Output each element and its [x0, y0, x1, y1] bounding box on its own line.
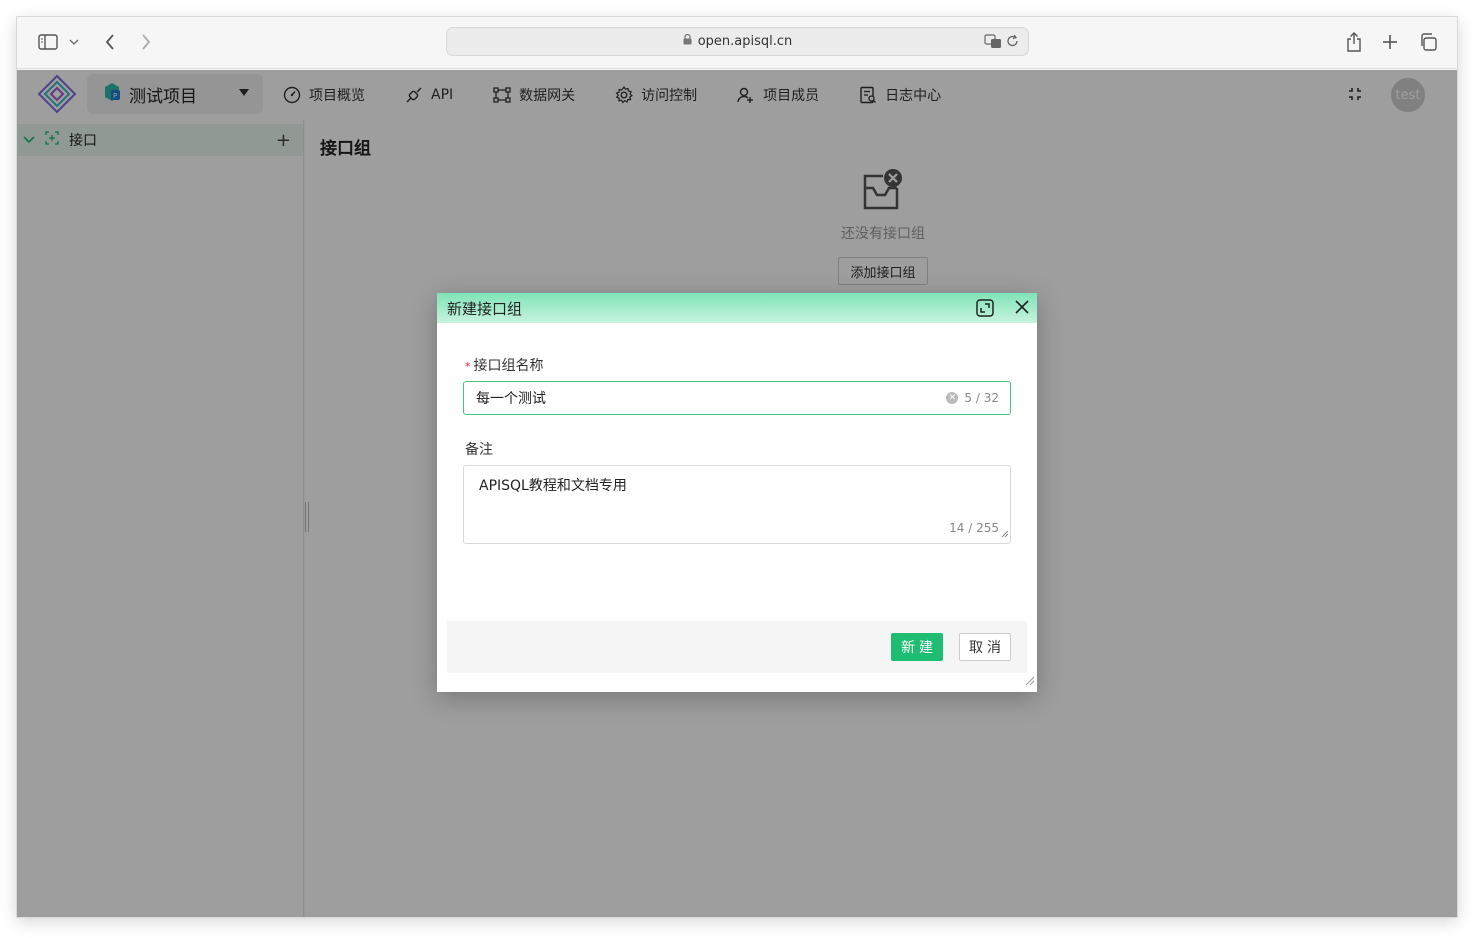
url-text: open.apisql.cn — [697, 34, 793, 49]
browser-toolbar: open.apisql.cn — [17, 17, 1457, 69]
clear-icon[interactable]: ✕ — [946, 392, 959, 404]
address-bar[interactable]: open.apisql.cn — [446, 27, 1029, 56]
name-counter: ✕ 5 / 32 — [946, 391, 999, 405]
browser-window: open.apisql.cn P 测试项目 项目概览 API 数据网关 访问控制… — [17, 17, 1457, 917]
name-label-text: 接口组名称 — [473, 358, 544, 374]
dialog-resize-icon[interactable] — [1025, 671, 1035, 690]
remark-textarea[interactable]: APISQL教程和文档专用 14 / 255 — [463, 465, 1011, 544]
tabs-overview-icon[interactable] — [1417, 31, 1439, 53]
remark-counter: 14 / 255 — [949, 521, 999, 535]
group-name-input[interactable]: 每一个测试 ✕ 5 / 32 — [463, 381, 1011, 415]
textarea-resize-icon[interactable] — [1001, 526, 1009, 542]
close-icon[interactable] — [1015, 300, 1029, 318]
dialog-title: 新建接口组 — [447, 299, 523, 318]
dialog-footer: 新建 取消 — [447, 621, 1027, 673]
remark-field-label: 备注 — [465, 442, 493, 458]
new-tab-icon[interactable] — [1379, 31, 1401, 53]
back-icon[interactable] — [99, 31, 121, 53]
share-icon[interactable] — [1343, 31, 1365, 53]
translate-icon[interactable] — [984, 33, 1002, 53]
cancel-button[interactable]: 取消 — [959, 633, 1011, 661]
new-group-dialog: 新建接口组 * 接口组名称 每一个测试 ✕ 5 / 32 备注 APISQL教程和… — [437, 293, 1037, 692]
required-marker: * — [465, 360, 471, 373]
forward-icon[interactable] — [135, 31, 157, 53]
name-counter-text: 5 / 32 — [964, 391, 999, 405]
maximize-icon[interactable] — [976, 299, 994, 321]
dialog-header[interactable]: 新建接口组 — [437, 293, 1037, 323]
remark-value: APISQL教程和文档专用 — [479, 478, 627, 494]
group-name-value: 每一个测试 — [476, 391, 546, 407]
create-button[interactable]: 新建 — [891, 633, 943, 661]
reload-icon[interactable] — [1006, 33, 1020, 53]
sidebar-toggle-icon[interactable] — [37, 31, 59, 53]
name-field-label: * 接口组名称 — [465, 355, 544, 375]
chevron-down-icon[interactable] — [67, 31, 81, 53]
lock-icon — [683, 33, 692, 49]
